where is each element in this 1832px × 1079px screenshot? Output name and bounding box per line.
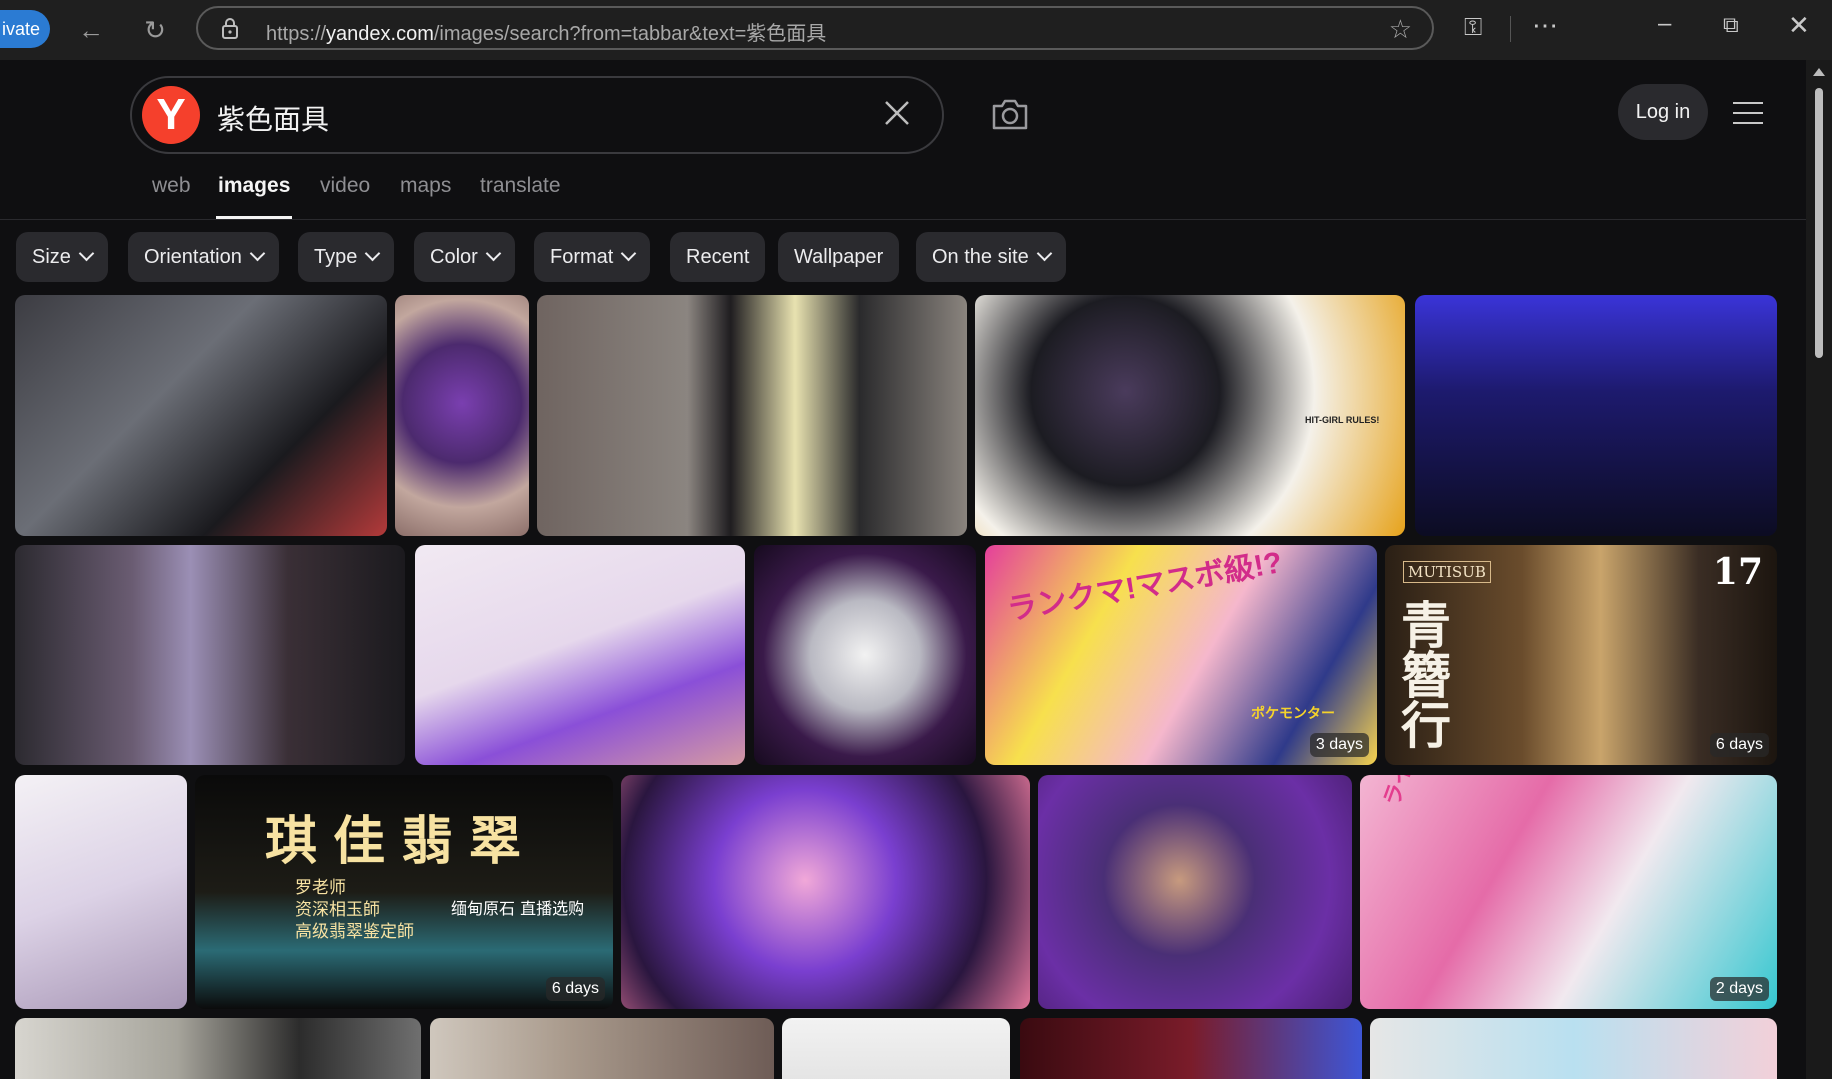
image-result[interactable] xyxy=(621,775,1030,1009)
private-mode-pill[interactable]: ivate xyxy=(0,10,50,48)
minimize-icon[interactable]: – xyxy=(1658,10,1671,38)
image-result[interactable]: HIT-GIRL RULES! xyxy=(975,295,1405,536)
image-result[interactable]: ランクマ!マスボ級!? ポケモンター 3 days xyxy=(985,545,1377,765)
tab-video[interactable]: video xyxy=(320,174,370,198)
more-dots-icon[interactable]: ⋯ xyxy=(1532,10,1558,41)
filter-wallpaper[interactable]: Wallpaper xyxy=(778,232,900,282)
image-result[interactable] xyxy=(1038,775,1352,1009)
back-arrow-icon[interactable]: ← xyxy=(74,13,108,47)
search-box[interactable]: Y 紫色面具 xyxy=(130,76,944,154)
date-badge: 6 days xyxy=(1709,733,1769,757)
chevron-down-icon xyxy=(485,245,502,262)
yandex-logo[interactable]: Y xyxy=(142,86,200,144)
url-text: https://yandex.com/images/search?from=ta… xyxy=(266,23,827,45)
date-badge: 3 days xyxy=(1309,733,1369,757)
menu-burger-icon[interactable] xyxy=(1733,102,1763,124)
filter-orientation[interactable]: Orientation xyxy=(128,232,279,282)
filter-on-the-site[interactable]: On the site xyxy=(916,232,1066,282)
image-result[interactable] xyxy=(15,545,405,765)
date-badge: 2 days xyxy=(1709,977,1769,1001)
tab-maps[interactable]: maps xyxy=(400,174,451,198)
image-caption: 青簪行 xyxy=(1401,596,1451,755)
image-result[interactable] xyxy=(415,545,745,765)
image-result[interactable]: ライブ! 2 days xyxy=(1360,775,1777,1009)
image-caption: MUTISUB xyxy=(1403,561,1491,583)
image-result[interactable] xyxy=(15,295,387,536)
image-result[interactable]: 琪佳翡翠 罗老师 资深相玉師 高级翡翠鉴定師 缅甸原石 直播选购 6 days xyxy=(195,775,613,1009)
image-caption: 高级翡翠鉴定師 xyxy=(295,922,414,942)
filter-type[interactable]: Type xyxy=(298,232,395,282)
clear-search-icon[interactable] xyxy=(880,96,914,130)
close-window-icon[interactable]: ✕ xyxy=(1788,10,1810,41)
image-caption: HIT-GIRL RULES! xyxy=(1305,415,1380,425)
image-result[interactable] xyxy=(395,295,529,536)
image-caption: ランクマ!マスボ級!? xyxy=(1004,546,1285,627)
lock-icon xyxy=(222,18,238,39)
image-result[interactable] xyxy=(1415,295,1777,536)
image-result[interactable] xyxy=(15,775,187,1009)
address-bar[interactable]: https://yandex.com/images/search?from=ta… xyxy=(196,6,1434,50)
login-button[interactable]: Log in xyxy=(1618,84,1708,140)
image-result[interactable] xyxy=(1020,1018,1362,1079)
image-result[interactable] xyxy=(15,1018,421,1079)
page-scrollbar[interactable] xyxy=(1806,60,1832,1079)
image-result[interactable] xyxy=(1370,1018,1777,1079)
chevron-down-icon xyxy=(78,245,95,262)
image-caption: ポケモンター xyxy=(1251,705,1335,721)
chevron-down-icon xyxy=(365,245,381,262)
extensions-puzzle-icon[interactable]: ⚿ xyxy=(1464,14,1482,42)
restore-icon[interactable]: ⧉ xyxy=(1723,12,1739,38)
image-result[interactable] xyxy=(754,545,976,765)
filter-format[interactable]: Format xyxy=(534,232,651,282)
date-badge: 6 days xyxy=(545,977,605,1001)
filter-recent[interactable]: Recent xyxy=(670,232,766,282)
filter-size[interactable]: Size xyxy=(16,232,108,282)
image-caption: 17 xyxy=(1712,551,1763,593)
chevron-down-icon xyxy=(249,245,266,262)
tab-web[interactable]: web xyxy=(152,174,191,198)
search-input[interactable]: 紫色面具 xyxy=(217,98,329,138)
refresh-icon[interactable]: ↻ xyxy=(138,13,172,47)
image-search-camera-icon[interactable] xyxy=(990,96,1030,132)
image-result[interactable] xyxy=(430,1018,774,1079)
image-result[interactable]: MUTISUB 17 青簪行 6 days xyxy=(1385,545,1777,765)
image-caption: 琪佳翡翠 xyxy=(265,811,538,872)
chevron-down-icon xyxy=(621,245,637,262)
image-result[interactable] xyxy=(782,1018,1010,1079)
favorite-star-icon[interactable]: ☆ xyxy=(1389,14,1412,45)
chevron-down-icon xyxy=(1036,245,1052,262)
toolbar-divider xyxy=(1510,16,1511,42)
tab-translate[interactable]: translate xyxy=(480,174,561,198)
scroll-up-arrow-icon[interactable] xyxy=(1813,68,1825,76)
filter-color[interactable]: Color xyxy=(414,232,515,282)
tab-images[interactable]: images xyxy=(218,174,290,198)
header-divider xyxy=(0,219,1806,220)
image-caption: ライブ! xyxy=(1374,775,1429,810)
image-result[interactable] xyxy=(537,295,967,536)
browser-toolbar: ivate ← ↻ https://yandex.com/images/sear… xyxy=(0,0,1832,60)
image-caption: 缅甸原石 直播选购 xyxy=(451,899,585,918)
yandex-images-page: Y 紫色面具 Log in web images video maps tran… xyxy=(0,60,1806,1079)
scroll-thumb[interactable] xyxy=(1815,88,1823,358)
